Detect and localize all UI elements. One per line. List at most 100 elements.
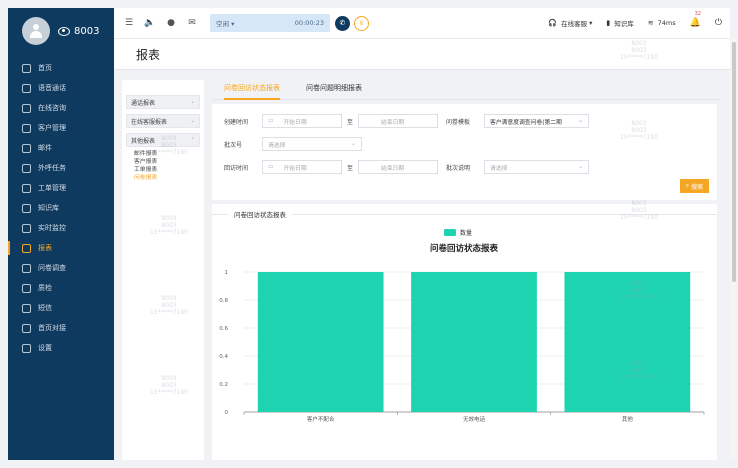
- sidebar-item[interactable]: 工单管理: [8, 178, 114, 198]
- placeholder: 结束日期: [381, 119, 405, 126]
- sidebar-item[interactable]: 外呼任务: [8, 158, 114, 178]
- sidebar-item-label: 工单管理: [38, 184, 66, 192]
- y-tick-label: 0.4: [219, 354, 228, 360]
- sidebar-item-label: 首页: [38, 64, 52, 72]
- chart-panel: 问卷回访状态报表 数量 问卷回访状态报表 0 0.2 0.4 0.6 0.8 1 客户不配合 无效…: [212, 204, 717, 460]
- sidebar-item[interactable]: 首页: [8, 58, 114, 78]
- menu-icon[interactable]: ☰: [123, 18, 135, 28]
- avatar[interactable]: [22, 17, 50, 45]
- tab-survey-question-detail[interactable]: 问卷问题明细报表: [294, 77, 362, 99]
- tree-item-ticket-report[interactable]: 工单报表: [134, 166, 204, 174]
- sidebar-item[interactable]: 知识库: [8, 198, 114, 218]
- tab-survey-callback-status[interactable]: 问卷回访状态报表: [212, 77, 280, 100]
- chevron-down-icon: ⌄: [578, 164, 584, 170]
- content-area: 通话报表 ⌄ 在线客服报表 ⌄ 其他报表 ⌃ 邮件报表 客户报表 工单报表 问卷报表 …: [114, 70, 730, 460]
- callback-time-label: 回访时间: [224, 164, 249, 172]
- batch-row: 批次号 请选择 ⌄: [224, 137, 362, 151]
- sidebar-item[interactable]: 设置: [8, 338, 114, 358]
- knowledge-base-link[interactable]: ▮ 知识库: [606, 18, 633, 28]
- sidebar-item[interactable]: 首页对接: [8, 318, 114, 338]
- sidebar-item-label: 质检: [38, 284, 52, 292]
- hold-button[interactable]: Ⅱ: [354, 15, 369, 31]
- network-status: ≋ 74ms: [648, 19, 676, 27]
- sidebar-item[interactable]: 短信: [8, 298, 114, 318]
- phone-call-button[interactable]: ✆: [335, 15, 350, 31]
- sidebar-item-label: 报表: [38, 244, 52, 252]
- tree-group-other-reports[interactable]: 其他报表 ⌃: [126, 133, 200, 147]
- users-icon: [22, 123, 31, 133]
- sms-icon: [22, 303, 31, 313]
- survey-icon: [22, 263, 31, 273]
- tree-group-call-reports[interactable]: 通话报表 ⌄: [126, 95, 200, 109]
- online-service-label: 在线客服: [561, 20, 588, 28]
- chat-icon[interactable]: ●: [165, 18, 177, 28]
- bell-icon: 🔔: [689, 18, 701, 28]
- placeholder: 请选择: [268, 142, 286, 149]
- monitor-icon: [22, 223, 31, 233]
- template-select[interactable]: 客户满意度调查问卷(第二期 ⌄: [484, 114, 590, 128]
- quality-icon: [22, 283, 31, 293]
- sidebar-item[interactable]: 质检: [8, 278, 114, 298]
- tree-group-label: 通话报表: [131, 99, 156, 107]
- notifications-button[interactable]: 🔔 32: [689, 11, 701, 28]
- callback-start-date-input[interactable]: ▭ 开始日期: [262, 160, 342, 174]
- bar-chart: 数量问卷回访状态报表 0 0.2 0.4 0.6 0.8 1 客户不配合 无效电话 其他: [219, 229, 705, 423]
- callback-end-date-input[interactable]: 结束日期: [358, 160, 439, 174]
- top-bar: ☰ 🔈 ● ✉ 空闲 ▾ 00:00:23 ✆ Ⅱ 🎧 在线客服 ▾ ▮ 知识库…: [114, 8, 730, 38]
- sidebar-item[interactable]: 实时监控: [8, 218, 114, 238]
- tree-item-customer-report[interactable]: 客户报表: [134, 158, 204, 166]
- batch-desc-select[interactable]: 请选择 ⌄: [484, 160, 590, 174]
- sidebar-item-label: 短信: [38, 304, 52, 312]
- sidebar-item[interactable]: 问卷调查: [8, 258, 114, 278]
- tree-group-label: 在线客服报表: [131, 118, 168, 126]
- envelope-icon[interactable]: ✉: [186, 18, 198, 28]
- chart-icon: [22, 243, 31, 253]
- chart-panel-title: 问卷回访状态报表: [234, 211, 286, 219]
- batch-select[interactable]: 请选择 ⌄: [262, 137, 362, 151]
- sidebar-item[interactable]: 语音通话: [8, 78, 114, 98]
- sidebar-item-label: 邮件: [38, 144, 52, 152]
- sidebar-item[interactable]: 客户管理: [8, 118, 114, 138]
- template-value: 客户满意度调查问卷(第二期: [490, 119, 562, 126]
- sidebar-item-label: 外呼任务: [38, 164, 66, 172]
- call-timer: 00:00:23: [294, 19, 324, 27]
- y-tick-label: 0.8: [219, 298, 228, 304]
- search-button[interactable]: ⌕ 搜索: [680, 179, 709, 193]
- report-tabs: 问卷回访状态报表 问卷问题明细报表: [212, 78, 720, 100]
- sidebar-item[interactable]: 在线咨询: [8, 98, 114, 118]
- sidebar-item[interactable]: 报表: [8, 238, 114, 258]
- pause-icon: Ⅱ: [360, 19, 363, 27]
- tree-item-mail-report[interactable]: 邮件报表: [134, 150, 204, 158]
- sidebar-item-label: 语音通话: [38, 84, 66, 92]
- sidebar-item-label: 客户管理: [38, 124, 66, 132]
- report-main: 问卷回访状态报表 问卷问题明细报表 创建时间 ▭ 开始日期 至 结束日期 问卷模板…: [212, 70, 720, 460]
- report-tree: 通话报表 ⌄ 在线客服报表 ⌄ 其他报表 ⌃ 邮件报表 客户报表 工单报表 问卷报表: [122, 80, 204, 460]
- online-service-dropdown[interactable]: 🎧 在线客服 ▾: [548, 18, 592, 28]
- sidebar-item[interactable]: 邮件: [8, 138, 114, 158]
- create-time-row: 创建时间 ▭ 开始日期 至 结束日期 问卷模板 客户满意度调查问卷(第二期 ⌄: [224, 114, 590, 128]
- volume-icon[interactable]: 🔈: [144, 18, 156, 28]
- scrollbar-thumb[interactable]: [732, 42, 736, 282]
- sidebar-item-label: 在线咨询: [38, 104, 66, 112]
- gear-icon: [22, 343, 31, 353]
- tree-item-survey-report[interactable]: 问卷报表: [134, 174, 204, 182]
- scrollbar[interactable]: [730, 38, 738, 460]
- power-button[interactable]: ⏻: [715, 18, 722, 28]
- tree-group-online-reports[interactable]: 在线客服报表 ⌄: [126, 114, 200, 128]
- agent-status-value: 空闲: [216, 20, 229, 28]
- to-label: 至: [347, 118, 354, 126]
- sidebar-item-label: 首页对接: [38, 324, 66, 332]
- tree-group-label: 其他报表: [131, 137, 156, 145]
- chevron-down-icon: ⌄: [190, 118, 195, 124]
- agent-status-select[interactable]: 空闲 ▾ 00:00:23: [210, 14, 330, 32]
- chart-panel-header: 问卷回访状态报表: [212, 207, 717, 221]
- batch-desc-label: 批次说明: [446, 164, 471, 172]
- x-tick-label: 其他: [622, 415, 634, 423]
- chevron-down-icon: ⌄: [351, 141, 356, 147]
- tree-sub-list: 邮件报表 客户报表 工单报表 问卷报表: [122, 150, 204, 182]
- wifi-icon: ≋: [647, 19, 654, 27]
- extension: 8003: [58, 26, 99, 37]
- create-start-date-input[interactable]: ▭ 开始日期: [262, 114, 342, 128]
- create-end-date-input[interactable]: 结束日期: [358, 114, 439, 128]
- legend-label: 数量: [460, 229, 472, 237]
